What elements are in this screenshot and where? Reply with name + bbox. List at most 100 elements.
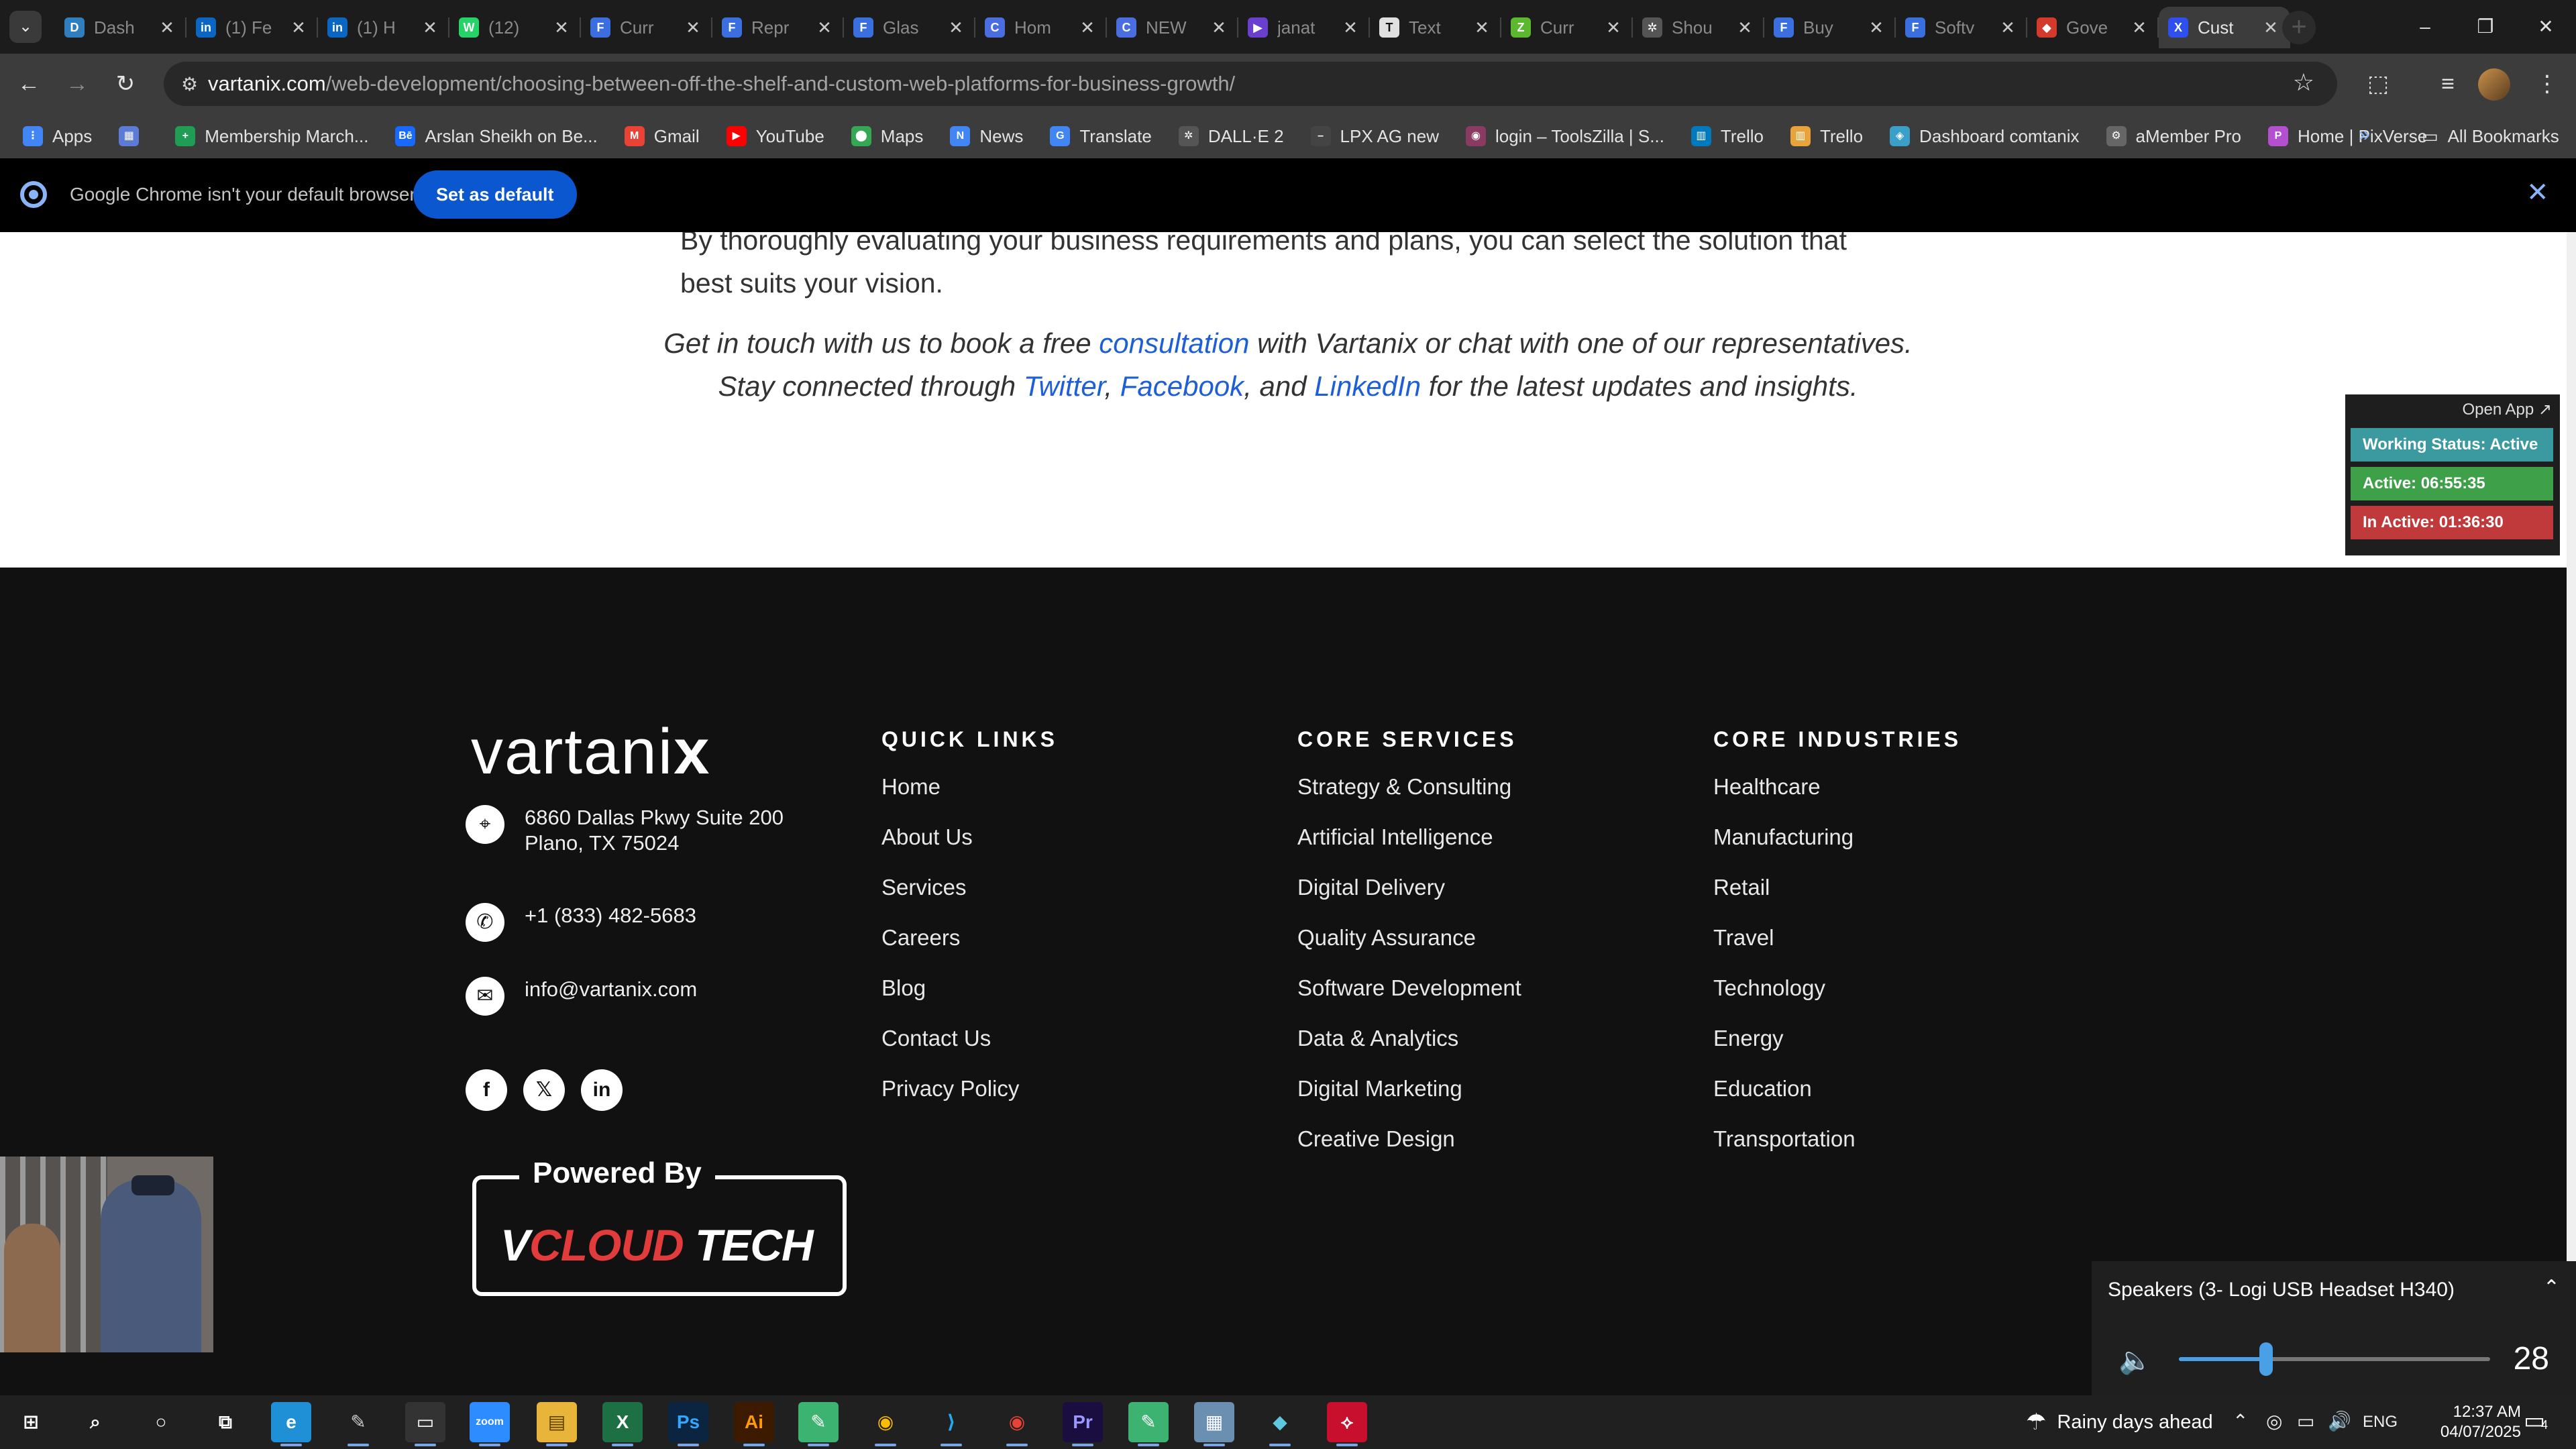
premiere-icon[interactable]: Pr (1063, 1402, 1103, 1446)
file-explorer-icon[interactable]: ▤ (537, 1402, 577, 1446)
footer-link[interactable]: Education (1713, 1074, 1962, 1124)
tab-close-icon[interactable]: ✕ (551, 17, 572, 38)
notification-center-icon[interactable]: ▭ 4 (2524, 1407, 2548, 1434)
consultation-link[interactable]: consultation (1099, 327, 1249, 359)
bookmark-item[interactable]: ▦ (119, 126, 148, 146)
tab-6[interactable]: F Glas ✕ (844, 7, 975, 48)
footer-link[interactable]: Blog (881, 973, 1058, 1024)
bookmark-item[interactable]: ⚙ aMember Pro (2106, 126, 2241, 147)
tab-close-icon[interactable]: ✕ (683, 17, 703, 38)
powered-by-badge[interactable]: Powered By VCLOUD TECH (472, 1157, 847, 1296)
photoshop-icon[interactable]: Ps (668, 1402, 708, 1446)
volume-slider[interactable] (2179, 1342, 2490, 1376)
x-twitter-icon[interactable]: 𝕏 (523, 1069, 565, 1111)
calculator-icon[interactable]: ▦ (1194, 1402, 1234, 1446)
tab-15[interactable]: ◆ Gove ✕ (2027, 7, 2159, 48)
footer-link[interactable]: Artificial Intelligence (1297, 822, 1521, 873)
language-indicator[interactable]: ENG (2363, 1413, 2398, 1432)
linkedin-link[interactable]: LinkedIn (1314, 370, 1421, 402)
bookmark-item[interactable]: ▶ YouTube (726, 126, 824, 147)
bookmark-item[interactable]: N News (950, 126, 1023, 147)
tab-16[interactable]: X Cust ✕ (2159, 7, 2290, 48)
show-hidden-icons[interactable]: ⌃ (2233, 1410, 2248, 1432)
footer-link[interactable]: Services (881, 873, 1058, 923)
forward-icon[interactable]: → (59, 66, 95, 102)
footer-link[interactable]: Transportation (1713, 1124, 1962, 1175)
app-diamond-icon[interactable]: ◆ (1260, 1402, 1300, 1446)
footer-link[interactable]: Manufacturing (1713, 822, 1962, 873)
tab-5[interactable]: F Repr ✕ (712, 7, 844, 48)
infobar-close-icon[interactable]: ✕ (2526, 177, 2549, 208)
greenshot-icon[interactable]: ✎ (798, 1402, 839, 1446)
phone-text[interactable]: +1 (833) 482-5683 (525, 903, 847, 928)
footer-link[interactable]: Contact Us (881, 1024, 1058, 1074)
cortana-icon[interactable]: ○ (141, 1402, 181, 1442)
tab-close-icon[interactable]: ✕ (2261, 17, 2281, 38)
tab-4[interactable]: F Curr ✕ (581, 7, 712, 48)
facebook-icon[interactable]: f (466, 1069, 507, 1111)
linkedin-icon[interactable]: in (581, 1069, 623, 1111)
footer-link[interactable]: Software Development (1297, 973, 1521, 1024)
bookmark-star-icon[interactable]: ☆ (2293, 68, 2314, 97)
tab-14[interactable]: F Softv ✕ (1896, 7, 2027, 48)
speaker-icon[interactable]: 🔈 (2118, 1344, 2152, 1376)
footer-link[interactable]: Quality Assurance (1297, 923, 1521, 973)
edge-icon[interactable]: e (271, 1402, 311, 1446)
chrome-alt-icon[interactable]: ◉ (997, 1402, 1037, 1446)
tab-close-icon[interactable]: ✕ (1866, 17, 1886, 38)
new-tab-button[interactable]: + (2282, 11, 2316, 44)
tab-8[interactable]: C NEW ✕ (1107, 7, 1238, 48)
footer-link[interactable]: Data & Analytics (1297, 1024, 1521, 1074)
footer-link[interactable]: Travel (1713, 923, 1962, 973)
email-text[interactable]: info@vartanix.com (525, 977, 847, 1002)
more-bookmarks-icon[interactable]: » (2359, 123, 2370, 146)
bookmark-item[interactable]: Bē Arslan Sheikh on Be... (395, 126, 598, 147)
tab-close-icon[interactable]: ✕ (814, 17, 835, 38)
bookmark-item[interactable]: – LPX AG new (1310, 126, 1439, 147)
webcam-overlay[interactable] (0, 1157, 213, 1352)
bookmark-item[interactable]: + Membership March... (175, 126, 368, 147)
bookmark-item[interactable]: ▥ Trello (1790, 126, 1863, 147)
weather-widget[interactable]: ☂ Rainy days ahead (2026, 1409, 2213, 1436)
tab-13[interactable]: F Buy ✕ (1764, 7, 1896, 48)
vscode-icon[interactable]: ⟩ (931, 1402, 971, 1446)
illustrator-icon[interactable]: Ai (734, 1402, 774, 1446)
bookmark-item[interactable]: ◉ login – ToolsZilla | S... (1465, 126, 1664, 147)
footer-link[interactable]: Energy (1713, 1024, 1962, 1074)
tab-9[interactable]: ▶ janat ✕ (1238, 7, 1370, 48)
vartanix-logo[interactable]: vartanix (471, 715, 711, 789)
bookmark-item[interactable]: G Translate (1050, 126, 1152, 147)
footer-link[interactable]: Digital Delivery (1297, 873, 1521, 923)
zoom-icon[interactable]: zoom (470, 1402, 510, 1446)
pen-icon[interactable]: ✎ (338, 1402, 378, 1446)
bookmark-item[interactable]: M Gmail (624, 126, 700, 147)
extensions-icon[interactable]: ⬚ (2360, 66, 2396, 102)
chrome-icon[interactable]: ◉ (865, 1402, 906, 1446)
tab-close-icon[interactable]: ✕ (1998, 17, 2018, 38)
footer-link[interactable]: Retail (1713, 873, 1962, 923)
tab-close-icon[interactable]: ✕ (1472, 17, 1492, 38)
tab-close-icon[interactable]: ✕ (420, 17, 440, 38)
footer-link[interactable]: Healthcare (1713, 772, 1962, 822)
footer-link[interactable]: Strategy & Consulting (1297, 772, 1521, 822)
task-view-icon[interactable]: ⧉ (205, 1402, 246, 1442)
terminal-icon[interactable]: ▭ (405, 1402, 445, 1446)
network-icon[interactable]: ▭ (2297, 1410, 2314, 1432)
tab-0[interactable]: D Dash ✕ (55, 7, 186, 48)
all-bookmarks[interactable]: ▭ All Bookmarks (2422, 126, 2559, 147)
start-icon[interactable]: ⊞ (11, 1402, 51, 1442)
footer-link[interactable]: Creative Design (1297, 1124, 1521, 1175)
bookmark-item[interactable]: ⋮ Apps (23, 126, 92, 147)
bookmark-item[interactable]: ▥ Trello (1690, 126, 1764, 147)
footer-link[interactable]: Technology (1713, 973, 1962, 1024)
tab-10[interactable]: T Text ✕ (1370, 7, 1501, 48)
site-info-icon[interactable]: ⚙ (181, 73, 208, 95)
profile-avatar[interactable] (2478, 68, 2510, 101)
footer-link[interactable]: Careers (881, 923, 1058, 973)
tab-close-icon[interactable]: ✕ (1603, 17, 1623, 38)
footer-link[interactable]: Home (881, 772, 1058, 822)
meet-now-icon[interactable]: ◎ (2266, 1410, 2282, 1432)
set-default-button[interactable]: Set as default (413, 170, 577, 219)
search-icon[interactable]: ⌕ (75, 1402, 115, 1442)
address-bar[interactable]: ⚙ vartanix.com/web-development/choosing-… (164, 62, 2337, 106)
